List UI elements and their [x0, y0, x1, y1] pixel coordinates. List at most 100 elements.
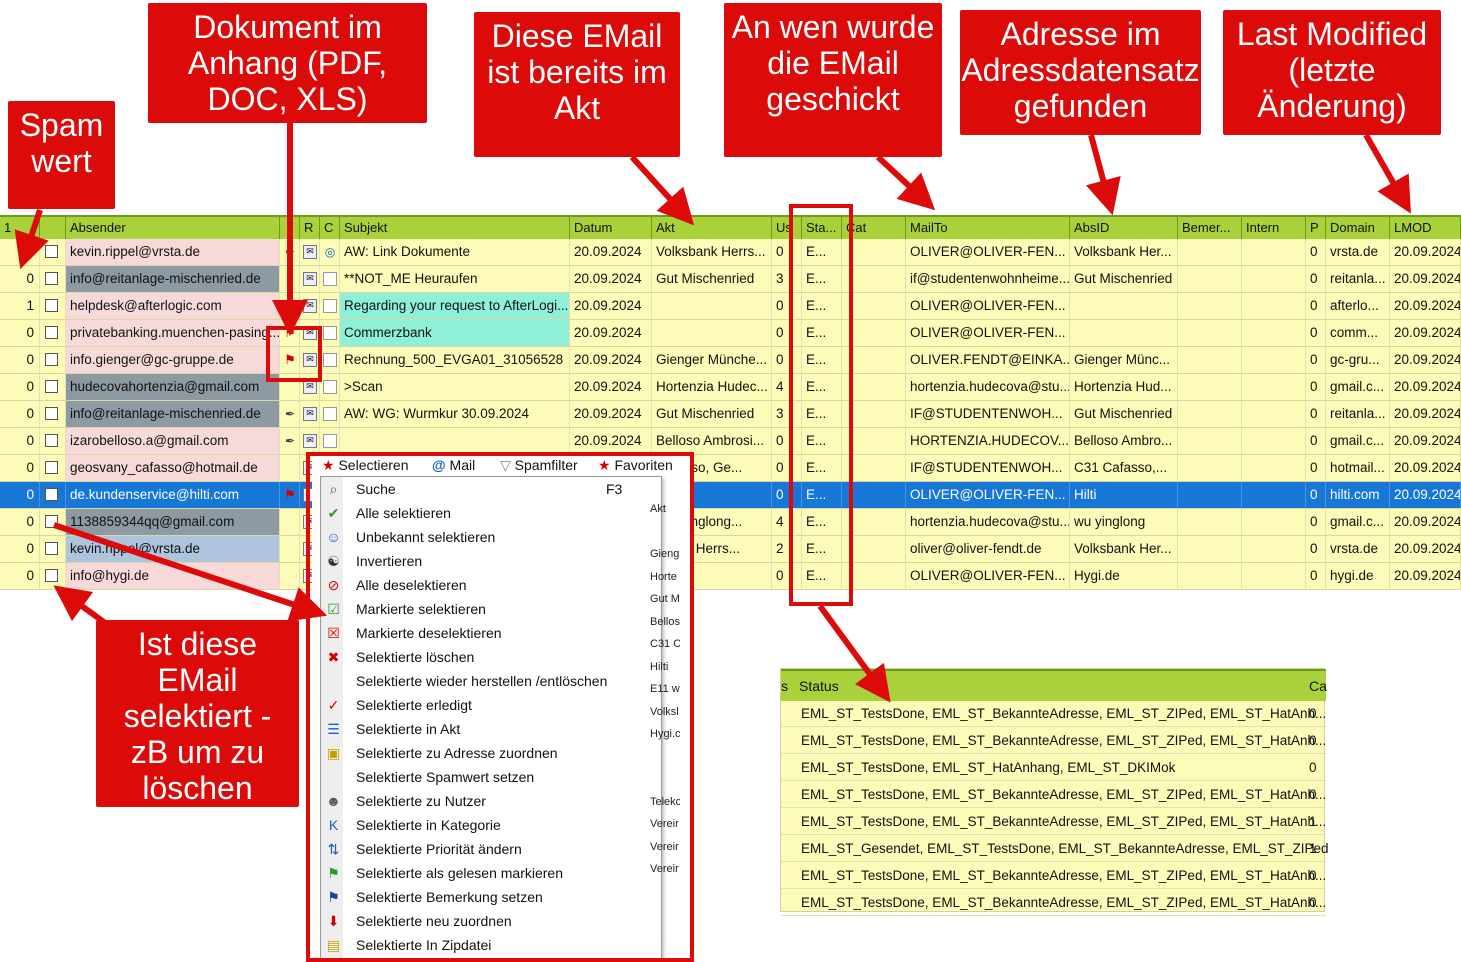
frame-status-column: [789, 204, 853, 606]
envelope-icon: ✉: [303, 434, 317, 448]
cell-domain: afterlo...: [1326, 293, 1390, 319]
email-row[interactable]: 0 info@reitanlage-mischenried.de **NOT_ME …: [0, 266, 1461, 293]
email-row[interactable]: 0 de.kundenservice@hilti.com 0 E... OLIVER@O…: [0, 482, 1461, 509]
cell-empty: [1242, 401, 1306, 427]
cell-lmod: 20.09.2024: [1390, 266, 1461, 292]
row-select-checkbox[interactable]: [45, 407, 58, 420]
email-row[interactable]: 0 info.gienger@gc-gruppe.de Rechnung_500_E…: [0, 347, 1461, 374]
col-header-absid[interactable]: AbsID: [1070, 217, 1178, 239]
row-select-checkbox[interactable]: [45, 245, 58, 258]
col-header-subject[interactable]: Subjekt: [340, 217, 570, 239]
cell-absid: Hilti: [1070, 482, 1178, 508]
cell-akt: Gienger Münche...: [652, 347, 772, 373]
row-select-checkbox[interactable]: [45, 434, 58, 447]
status-line: EML_ST_Gesendet, EML_ST_TestsDone, EML_S…: [781, 836, 1329, 862]
email-row[interactable]: 0 privatebanking.muenchen-pasing... Commer…: [0, 320, 1461, 347]
row-select-checkbox[interactable]: [45, 353, 58, 366]
paperclip-icon: ✒: [284, 245, 296, 259]
row-select-checkbox[interactable]: [45, 515, 58, 528]
col-header-date[interactable]: Datum: [570, 217, 652, 239]
col-header-akt[interactable]: Akt: [652, 217, 772, 239]
status-cat: 0: [1309, 868, 1317, 883]
cell-lmod: 20.09.2024: [1390, 428, 1461, 454]
cell-empty: [1178, 455, 1242, 481]
col-header-select[interactable]: [40, 217, 66, 239]
cell-empty: [1242, 374, 1306, 400]
callout-attachment-text: Dokument im Anhang (PDF, DOC, XLS): [187, 9, 388, 117]
row-select-checkbox[interactable]: [45, 569, 58, 582]
envelope-icon: ✉: [303, 272, 317, 286]
col-header-domain[interactable]: Domain: [1326, 217, 1390, 239]
email-row[interactable]: 0 info@reitanlage-mischenried.de AW: WG: W…: [0, 401, 1461, 428]
callout-in-akt: Diese EMail ist bereits im Akt: [474, 12, 680, 157]
col-header-attach[interactable]: [280, 217, 300, 239]
cell-absid: Volksbank Her...: [1070, 536, 1178, 562]
cell-mailto: oliver@oliver-fendt.de: [906, 536, 1070, 562]
row-select-checkbox[interactable]: [45, 488, 58, 501]
status-text: EML_ST_TestsDone, EML_ST_BekannteAdresse…: [801, 787, 1327, 802]
status-cat: 0: [1309, 706, 1317, 721]
cell-mailto: OLIVER@OLIVER-FEN...: [906, 320, 1070, 346]
col-header-remark[interactable]: Bemer...: [1178, 217, 1242, 239]
document-icon: [323, 353, 337, 367]
col-header-r[interactable]: R: [300, 217, 320, 239]
cell-akt: Gut Mischenried: [652, 266, 772, 292]
status-cat: 0: [1309, 895, 1317, 910]
status-panel-header: s Status Ca: [781, 669, 1327, 701]
cell-mailto: OLIVER@OLIVER-FEN...: [906, 482, 1070, 508]
email-row[interactable]: 0 izarobelloso.a@gmail.com 20.09.2024 Bello…: [0, 428, 1461, 455]
status-col-title[interactable]: Status: [799, 678, 839, 694]
paperclip-icon: [283, 299, 297, 313]
cell-empty: [1178, 482, 1242, 508]
email-row[interactable]: 1 helpdesk@afterlogic.com Regarding your r…: [0, 293, 1461, 320]
cell-empty: [1178, 563, 1242, 589]
email-row[interactable]: 0 kevin.rippel@vrsta.de AW: Link Dokumente…: [0, 239, 1461, 266]
callout-spam-text: Spam wert: [19, 107, 104, 179]
row-select-checkbox[interactable]: [45, 542, 58, 555]
cell-mailto: IF@STUDENTENWOH...: [906, 455, 1070, 481]
row-select-checkbox[interactable]: [45, 299, 58, 312]
row-select-checkbox[interactable]: [45, 326, 58, 339]
email-row[interactable]: 0 kevin.rippel@vrsta.de sbank Herrs... 2 E..…: [0, 536, 1461, 563]
cell-spam: 0: [0, 401, 40, 427]
col-header-c[interactable]: C: [320, 217, 340, 239]
cell-empty: [1242, 293, 1306, 319]
cell-domain: vrsta.de: [1326, 536, 1390, 562]
email-row[interactable]: 0 1138859344qq@gmail.com wu, yinglong... 4 E…: [0, 509, 1461, 536]
col-header-intern[interactable]: Intern: [1242, 217, 1306, 239]
row-select-checkbox[interactable]: [45, 272, 58, 285]
cell-p: 0: [1306, 374, 1326, 400]
cell-absid: wu yinglong: [1070, 509, 1178, 535]
status-line: EML_ST_TestsDone, EML_ST_BekannteAdresse…: [781, 782, 1326, 808]
cell-sender: izarobelloso.a@gmail.com: [66, 428, 280, 454]
email-grid[interactable]: 1 Absender R C Subjekt Datum Akt Us Sta.…: [0, 215, 1461, 590]
document-icon: [323, 380, 337, 394]
col-header-spam[interactable]: 1: [0, 217, 40, 239]
frame-context-menu: [306, 452, 694, 962]
callout-address-found-text: Adresse im Adressdatensatz gefunden: [961, 16, 1200, 124]
paperclip-icon: [283, 542, 297, 556]
col-header-priority[interactable]: P: [1306, 217, 1326, 239]
cell-date: 20.09.2024: [570, 347, 652, 373]
paperclip-icon: ✒: [284, 434, 296, 448]
cell-empty: [1178, 536, 1242, 562]
callout-selected: Ist diese EMail selektiert - zB um zu lö…: [96, 620, 299, 807]
col-header-lmod[interactable]: LMOD: [1390, 217, 1461, 239]
status-text: EML_ST_TestsDone, EML_ST_HatAnhang, EML_…: [801, 760, 1176, 775]
cell-sender: kevin.rippel@vrsta.de: [66, 239, 280, 265]
envelope-icon: ✉: [303, 407, 317, 421]
row-select-checkbox[interactable]: [45, 461, 58, 474]
col-header-sender[interactable]: Absender: [66, 217, 280, 239]
status-text: EML_ST_TestsDone, EML_ST_BekannteAdresse…: [801, 895, 1327, 910]
status-col-cat[interactable]: Ca: [1309, 678, 1327, 694]
cell-domain: gmail.c...: [1326, 428, 1390, 454]
cell-empty: [1242, 536, 1306, 562]
email-row[interactable]: 0 hudecovahortenzia@gmail.com >Scan 20.09.2…: [0, 374, 1461, 401]
col-header-mailto[interactable]: MailTo: [906, 217, 1070, 239]
row-select-checkbox[interactable]: [45, 380, 58, 393]
status-line: EML_ST_TestsDone, EML_ST_BekannteAdresse…: [781, 890, 1326, 916]
email-row[interactable]: 0info@hygi.dei.de0E...OLIVER@OLIVER-FEN.…: [0, 563, 1461, 590]
email-row[interactable]: 0 geosvany_cafasso@hotmail.de Cafasso, Ge.…: [0, 455, 1461, 482]
cell-sender: de.kundenservice@hilti.com: [66, 482, 280, 508]
cell-domain: hilti.com: [1326, 482, 1390, 508]
